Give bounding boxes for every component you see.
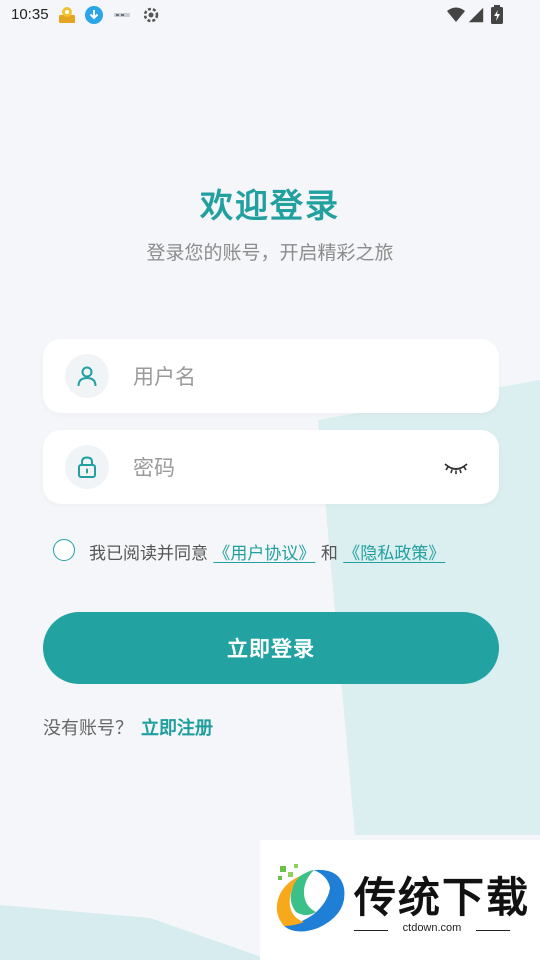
password-input[interactable] (131, 447, 435, 489)
app-badge-icon (59, 7, 75, 23)
watermark-logo-icon (276, 864, 345, 932)
username-input[interactable] (131, 356, 435, 398)
user-agreement-link[interactable]: 《用户协议》 (213, 544, 315, 564)
battery-icon (491, 5, 503, 24)
small-logo-icon (114, 13, 130, 17)
agreement-row: 我已阅读并同意 《用户协议》 和 《隐私政策》 (53, 537, 513, 567)
username-field[interactable] (43, 339, 499, 413)
eye-closed-icon[interactable] (443, 456, 469, 478)
watermark-divider (476, 930, 510, 931)
register-link[interactable]: 立即注册 (141, 718, 213, 739)
page-title: 欢迎登录 (200, 186, 340, 225)
download-icon (85, 6, 103, 24)
lock-icon (65, 445, 109, 489)
login-screen: 欢迎登录 登录您的账号，开启精彩之旅 我已阅读并同意 《用户协议》 和 (0, 0, 540, 960)
agreement-checkbox[interactable] (53, 539, 75, 561)
login-button[interactable]: 立即登录 (43, 612, 499, 684)
agreement-text: 我已阅读并同意 《用户协议》 和 《隐私政策》 (89, 539, 445, 564)
register-prompt: 没有账号？ (43, 718, 133, 739)
privacy-policy-link[interactable]: 《隐私政策》 (343, 544, 445, 564)
settings-icon (143, 7, 159, 23)
agreement-conjunction: 和 (320, 544, 338, 564)
signal-icon (468, 7, 484, 23)
agreement-prefix: 我已阅读并同意 (89, 544, 208, 564)
wifi-icon (447, 7, 465, 22)
watermark: 传统下载 ctdown.com (260, 840, 540, 960)
password-field[interactable] (43, 430, 499, 504)
watermark-title: 传统下载 (354, 873, 531, 922)
watermark-subtitle: ctdown.com (402, 922, 462, 934)
status-bar: 10:35 (0, 0, 540, 32)
page-subtitle: 登录您的账号，开启精彩之旅 (146, 242, 394, 264)
register-row: 没有账号？ 立即注册 (43, 714, 213, 740)
user-icon (65, 354, 109, 398)
status-time: 10:35 (11, 6, 49, 23)
